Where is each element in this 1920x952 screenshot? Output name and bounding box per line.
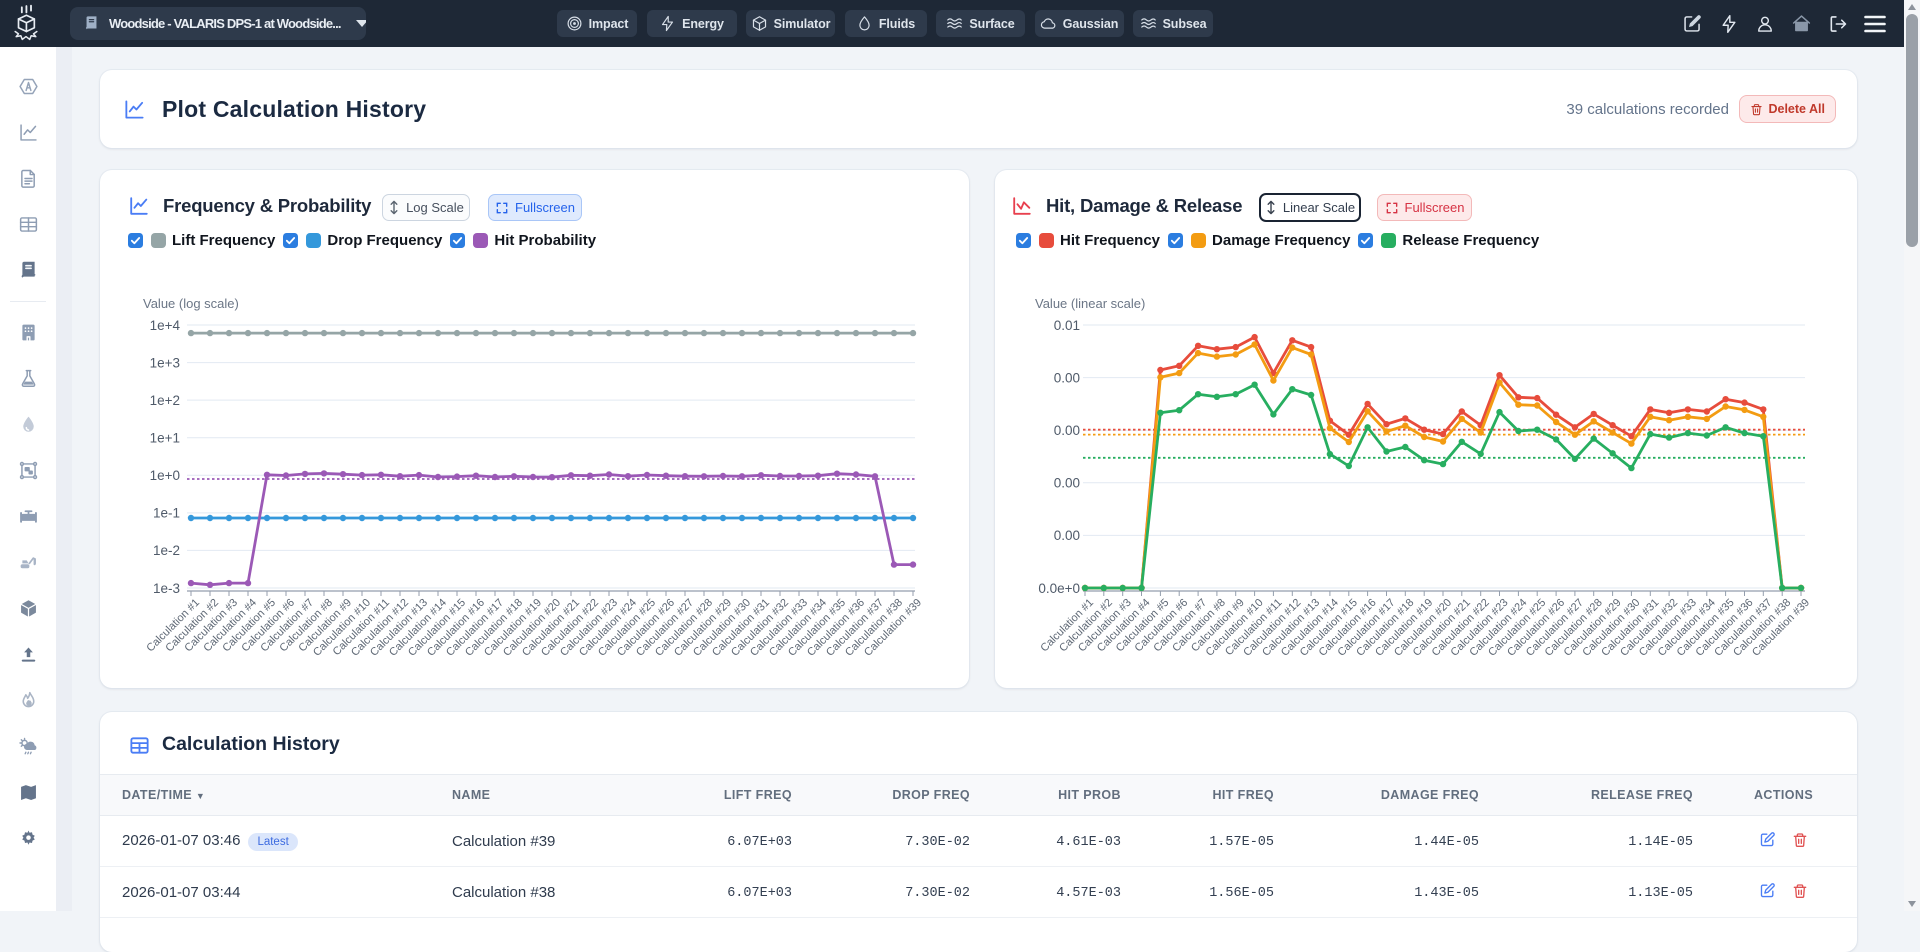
svg-text:1e+0: 1e+0 <box>150 468 180 483</box>
svg-text:0.0e+0: 0.0e+0 <box>1038 581 1080 596</box>
svg-text:0.00: 0.00 <box>1054 370 1080 385</box>
svg-text:0.00: 0.00 <box>1054 476 1080 491</box>
svg-text:1e-1: 1e-1 <box>153 506 180 521</box>
svg-text:1e+4: 1e+4 <box>150 318 181 333</box>
svg-text:Value (linear scale): Value (linear scale) <box>1035 296 1145 311</box>
svg-text:1e+1: 1e+1 <box>150 431 180 446</box>
svg-text:0.01: 0.01 <box>1054 318 1080 333</box>
svg-text:1e+2: 1e+2 <box>150 393 180 408</box>
svg-text:1e-2: 1e-2 <box>153 543 180 558</box>
svg-text:0.00: 0.00 <box>1054 423 1080 438</box>
svg-text:1e-3: 1e-3 <box>153 581 180 596</box>
svg-text:0.00: 0.00 <box>1054 528 1080 543</box>
svg-text:1e+3: 1e+3 <box>150 355 180 370</box>
svg-text:Value (log scale): Value (log scale) <box>143 296 239 311</box>
